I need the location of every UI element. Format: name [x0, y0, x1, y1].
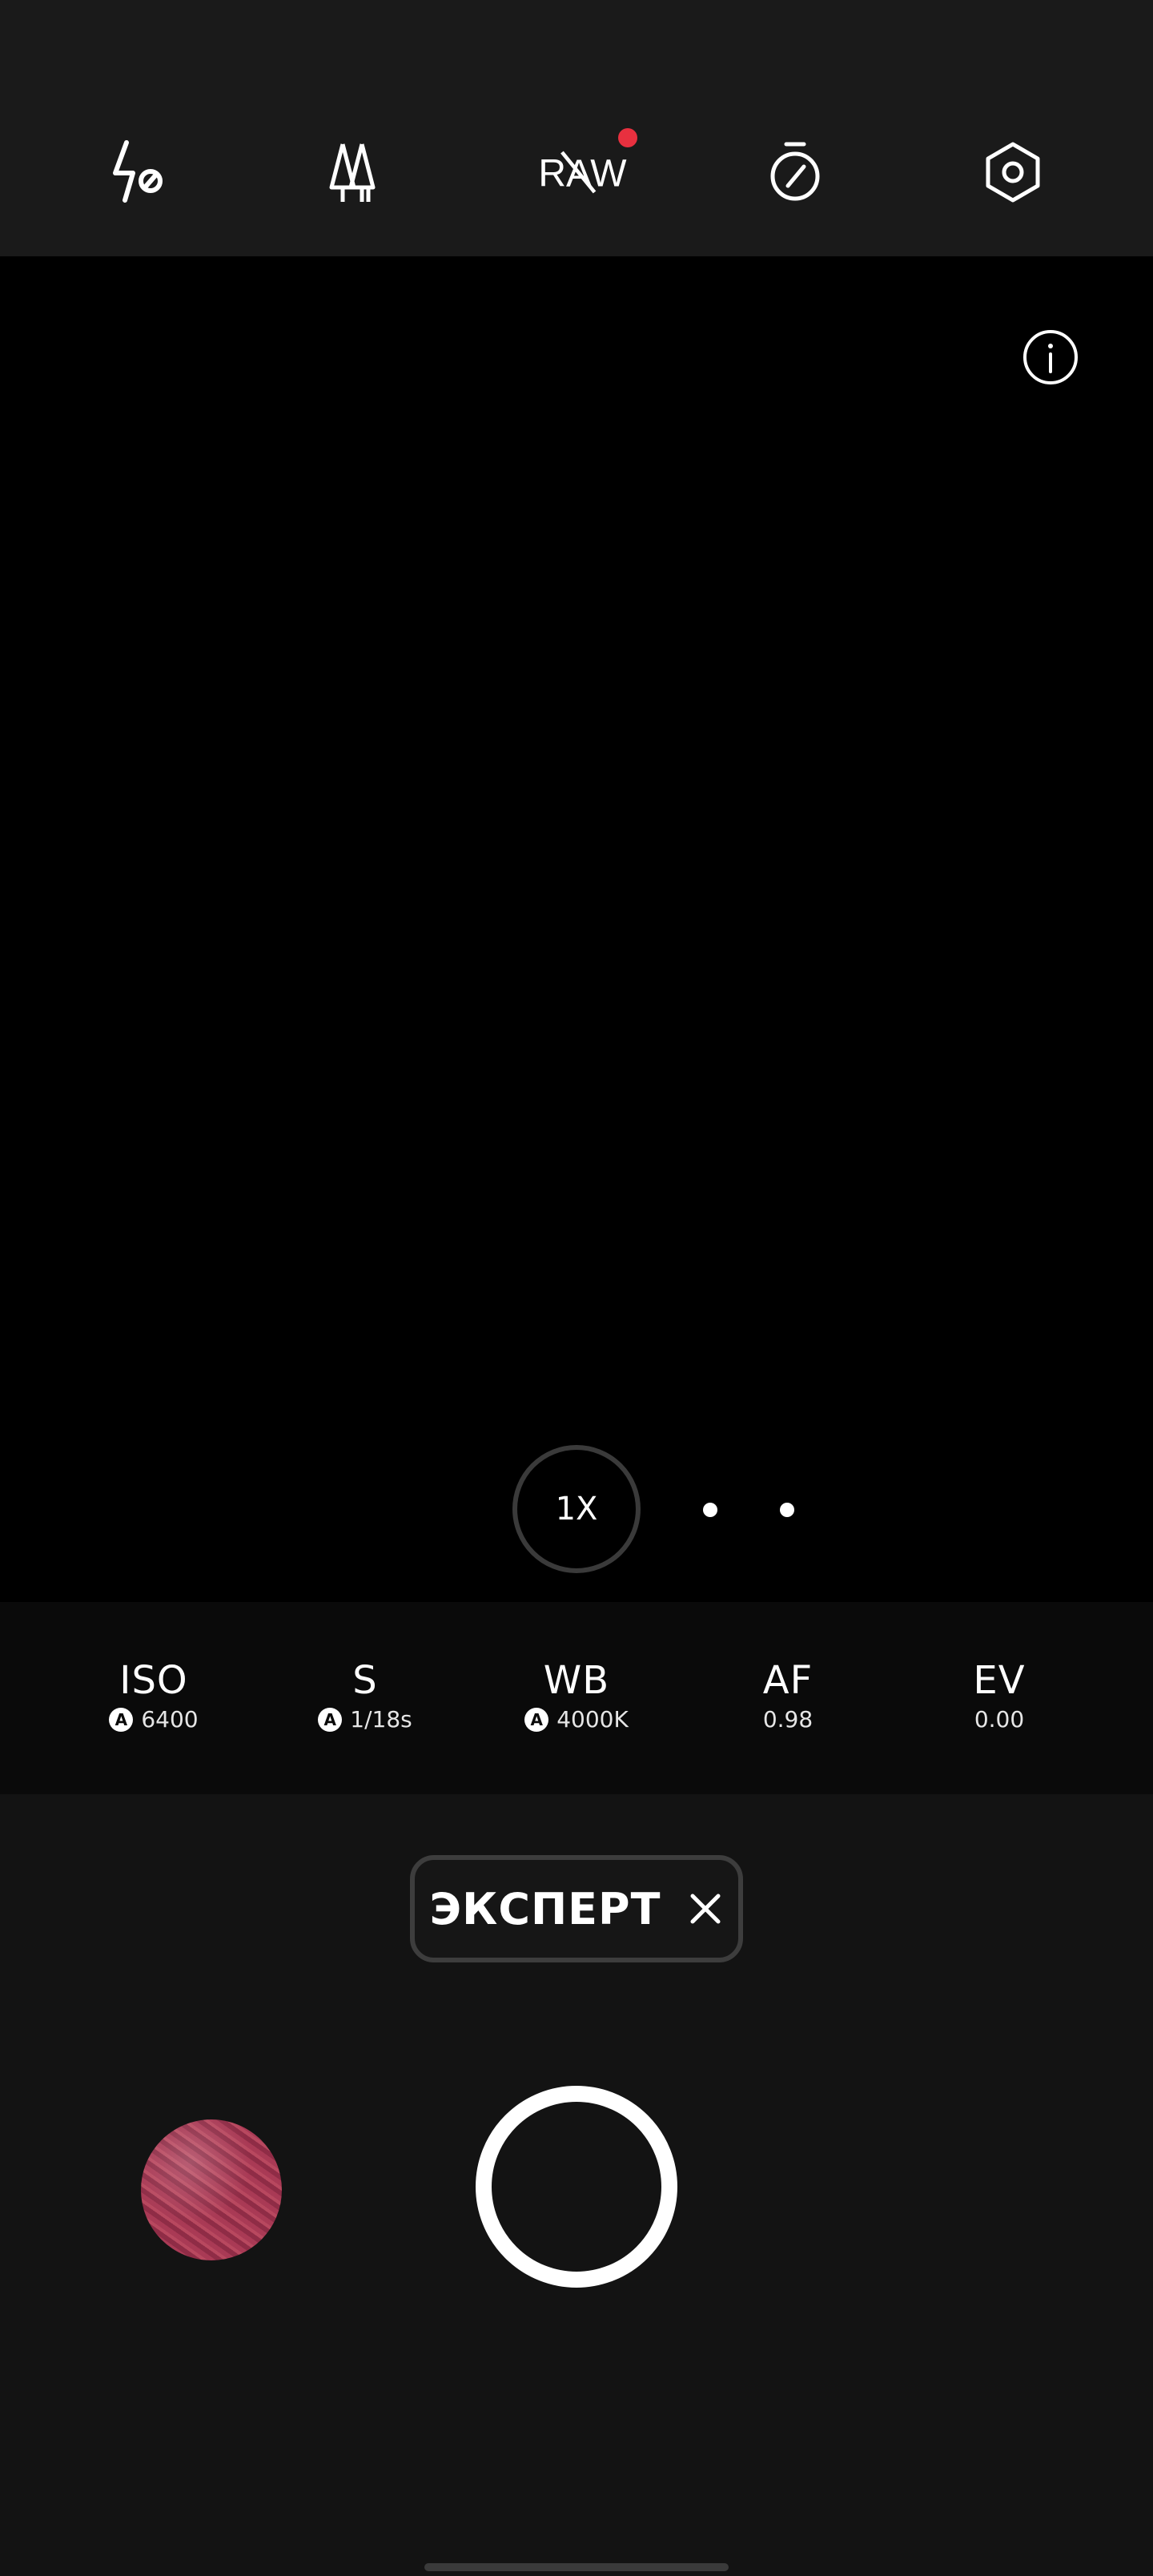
iso-control[interactable]: ISO A 6400	[74, 1658, 234, 1738]
filter-button[interactable]	[314, 128, 402, 216]
exposure-label: EV	[973, 1658, 1026, 1703]
raw-notification-dot	[618, 128, 637, 147]
exposure-control[interactable]: EV 0.00	[919, 1658, 1079, 1738]
focus-label: AF	[762, 1658, 814, 1703]
gallery-thumbnail[interactable]	[141, 2119, 282, 2260]
shutter-button[interactable]	[476, 2086, 677, 2288]
settings-button[interactable]	[969, 128, 1057, 216]
iso-label: ISO	[119, 1658, 188, 1703]
timer-button[interactable]	[751, 128, 839, 216]
iso-value: 6400	[141, 1706, 199, 1733]
flash-off-icon	[113, 140, 163, 203]
mode-label: ЭКСПЕРТ	[429, 1883, 661, 1934]
raw-button[interactable]: RAW	[528, 128, 633, 216]
home-indicator[interactable]	[424, 2563, 729, 2571]
auto-badge: A	[524, 1707, 549, 1732]
flash-button[interactable]	[96, 128, 184, 216]
focus-value: 0.98	[762, 1706, 814, 1733]
white-balance-label: WB	[543, 1658, 610, 1703]
zoom-button[interactable]: 1X	[512, 1445, 641, 1573]
top-toolbar: RAW	[0, 0, 1153, 256]
tree-filter-icon	[329, 143, 376, 202]
focus-control[interactable]: AF 0.98	[708, 1658, 868, 1738]
close-icon[interactable]	[688, 1891, 723, 1926]
exposure-value: 0.00	[974, 1706, 1025, 1733]
settings-icon	[986, 142, 1040, 203]
shutter-speed-control[interactable]: S A 1/18s	[285, 1658, 445, 1738]
raw-off-icon: RAW	[538, 151, 627, 195]
white-balance-value: 4000K	[556, 1706, 629, 1733]
zoom-option-dot[interactable]	[703, 1503, 717, 1517]
zoom-option-dot[interactable]	[780, 1503, 794, 1517]
white-balance-control[interactable]: WB A 4000K	[496, 1658, 657, 1738]
shutter-speed-value: 1/18s	[350, 1706, 412, 1733]
info-icon[interactable]	[1022, 328, 1079, 386]
raw-label: RAW	[538, 153, 627, 195]
auto-badge: A	[318, 1707, 343, 1732]
camera-screen: RAW 1X ISO A 6400 S A 1/18s WB A 4000K A…	[0, 0, 1153, 2576]
expert-mode-chip[interactable]: ЭКСПЕРТ	[410, 1855, 743, 1962]
shutter-speed-label: S	[352, 1658, 378, 1703]
pro-controls-bar: ISO A 6400 S A 1/18s WB A 4000K AF 0.98	[0, 1602, 1153, 1794]
viewfinder[interactable]: 1X	[0, 256, 1153, 1602]
timer-off-icon	[770, 142, 820, 201]
zoom-label: 1X	[555, 1491, 598, 1527]
auto-badge: A	[109, 1707, 134, 1732]
